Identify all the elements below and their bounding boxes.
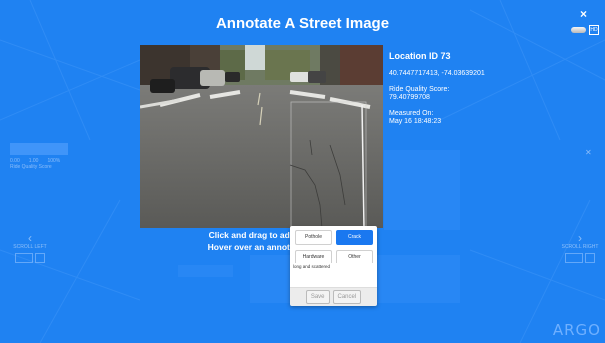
toggle-icon[interactable]: [571, 27, 586, 33]
category-button-pothole[interactable]: Pothole: [295, 230, 332, 245]
location-coordinates: 40.7447717413, -74.03639201: [389, 70, 485, 77]
chevron-left-icon: ‹: [28, 231, 32, 245]
cancel-button[interactable]: Cancel: [332, 290, 362, 304]
category-button-crack[interactable]: Crack: [336, 230, 373, 245]
popup-actions: Save Cancel: [290, 287, 377, 306]
measured-on: Measured On: May 16 18:48:23: [389, 110, 489, 126]
ride-quality-value: 79.40799708: [389, 94, 430, 101]
street-image[interactable]: [140, 45, 383, 228]
annotation-popup: Pothole Crack Hardware Other long and sc…: [290, 226, 377, 306]
hd-toggle-button[interactable]: HD: [589, 25, 599, 35]
chevron-right-icon: ›: [578, 231, 582, 245]
location-info: Location ID 73 40.7447717413, -74.036392…: [389, 52, 489, 134]
measured-on-value: May 16 18:48:23: [389, 118, 442, 125]
background-panel-bottom-left: [178, 265, 233, 277]
legend-caption: Ride Quality Score: [10, 164, 52, 170]
legend-bar: [10, 143, 68, 155]
scroll-left-control[interactable]: ‹ SCROLL LEFT: [10, 232, 50, 263]
modal-title: Annotate A Street Image: [215, 15, 390, 32]
location-heading: Location ID 73: [389, 51, 451, 61]
scroll-left-label: SCROLL LEFT: [13, 244, 47, 250]
argo-logo: ARGO: [552, 321, 601, 339]
background-close-icon: ✕: [585, 148, 592, 157]
measured-on-label: Measured On:: [389, 110, 434, 117]
ride-quality-label: Ride Quality Score:: [389, 86, 450, 93]
category-buttons: Pothole Crack Hardware Other: [295, 230, 373, 265]
scroll-right-button[interactable]: [565, 253, 583, 263]
scroll-left-button-alt[interactable]: [35, 253, 45, 263]
background-legend: 0.00 1.00 100% Ride Quality Score: [10, 143, 80, 170]
scroll-right-label: SCROLL RIGHT: [561, 244, 599, 250]
scroll-left-button[interactable]: [15, 253, 33, 263]
ride-quality: Ride Quality Score: 79.40799708: [389, 86, 489, 102]
save-button[interactable]: Save: [305, 290, 330, 304]
annotation-note-field[interactable]: long and scattered: [292, 263, 377, 288]
background-panel-right: [384, 150, 460, 230]
scroll-right-control[interactable]: › SCROLL RIGHT: [560, 232, 600, 263]
close-icon[interactable]: ×: [580, 8, 587, 20]
mini-toolbar: HD: [571, 25, 599, 35]
scroll-right-button-alt[interactable]: [585, 253, 595, 263]
